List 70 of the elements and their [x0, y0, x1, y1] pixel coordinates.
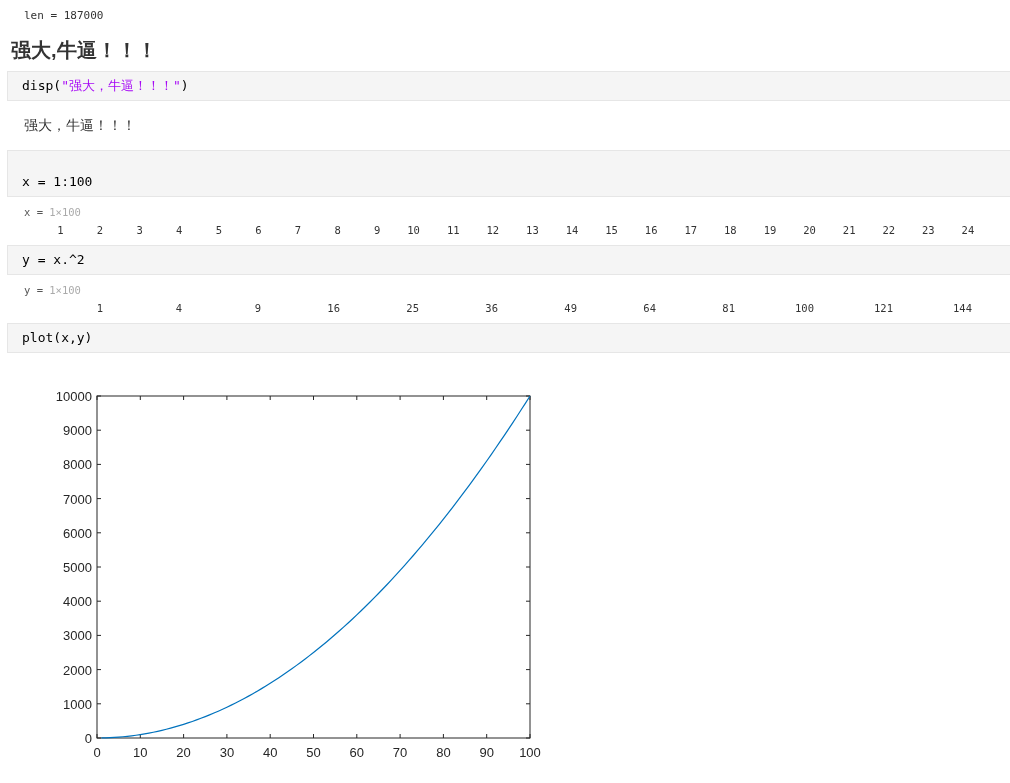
array-value: 4	[175, 301, 182, 315]
array-value: 15	[605, 223, 618, 237]
array-value: 22	[882, 223, 896, 237]
array-value: 6	[255, 223, 262, 237]
y-tick-label: 3000	[63, 628, 92, 644]
y-tick-label: 8000	[63, 457, 92, 473]
array-value: 17	[684, 223, 698, 237]
x-tick-label: 90	[479, 745, 494, 760]
array-value: 14	[565, 223, 579, 237]
code-cell[interactable]: y = x.^2	[7, 245, 1010, 275]
array-value: 5	[215, 223, 222, 237]
array-value: 16	[327, 301, 340, 315]
x-tick-label: 70	[392, 745, 408, 760]
x-tick-label: 50	[306, 745, 321, 760]
y-tick-label: 5000	[63, 560, 92, 575]
output-text: len = 187000	[24, 8, 104, 23]
code-cell[interactable]: disp("强大，牛逼！！！")	[7, 71, 1010, 101]
array-value: 100	[795, 301, 814, 315]
array-header: x = 1×100	[24, 205, 81, 219]
array-value: 121	[874, 301, 893, 315]
x-tick-label: 80	[436, 745, 451, 760]
array-value: 9	[374, 223, 381, 237]
array-value: 144	[953, 301, 972, 315]
array-value: 20	[803, 223, 816, 237]
y-tick-label: 2000	[63, 662, 92, 678]
array-value: 10	[407, 223, 420, 237]
code-cell[interactable]: plot(x,y)	[7, 323, 1010, 353]
x-tick-label: 60	[349, 745, 365, 760]
section-heading: 强大,牛逼！！！	[11, 38, 157, 63]
array-value: 7	[294, 223, 302, 237]
array-value: 9	[254, 301, 261, 315]
array-value: 4	[176, 223, 183, 237]
array-value: 81	[722, 301, 735, 315]
x-tick-label: 30	[219, 745, 235, 760]
array-value: 8	[334, 223, 341, 237]
array-value: 23	[922, 223, 935, 237]
array-value: 1	[57, 223, 64, 237]
array-value: 18	[724, 223, 737, 237]
y-tick-label: 10000	[55, 389, 92, 404]
array-value: 21	[842, 223, 856, 237]
code-cell[interactable]: x = 1:100	[7, 150, 1010, 197]
y-tick-label: 4000	[63, 594, 92, 610]
code-line: x = 1:100	[22, 173, 93, 191]
array-value: 11	[446, 223, 460, 237]
array-value: 2	[96, 223, 104, 237]
array-value: 64	[643, 301, 656, 315]
array-value: 19	[763, 223, 777, 237]
y-tick-label: 9000	[63, 423, 92, 439]
x-tick-label: 100	[519, 745, 541, 760]
y-tick-label: 1000	[63, 696, 92, 712]
array-header: y = 1×100	[24, 283, 81, 297]
array-value: 16	[644, 223, 658, 237]
y-tick-label: 0	[84, 731, 92, 746]
code-line: plot(x,y)	[22, 329, 93, 347]
array-value: 36	[485, 301, 498, 315]
array-value: 25	[406, 301, 419, 315]
x-tick-label: 40	[262, 745, 278, 760]
array-value: 12	[486, 223, 500, 237]
code-line: disp("强大，牛逼！！！")	[22, 77, 189, 95]
code-line: y = x.^2	[22, 251, 85, 269]
y-tick-label: 7000	[63, 491, 92, 507]
array-value: 24	[961, 223, 975, 237]
array-value: 1	[96, 301, 103, 315]
x-tick-label: 20	[176, 745, 191, 760]
array-value: 3	[136, 223, 143, 237]
array-value: 13	[526, 223, 539, 237]
output-text: 强大，牛逼！！！	[24, 116, 136, 135]
y-tick-label: 6000	[63, 525, 92, 541]
array-value: 49	[564, 301, 577, 315]
x-tick-label: 10	[133, 745, 148, 760]
